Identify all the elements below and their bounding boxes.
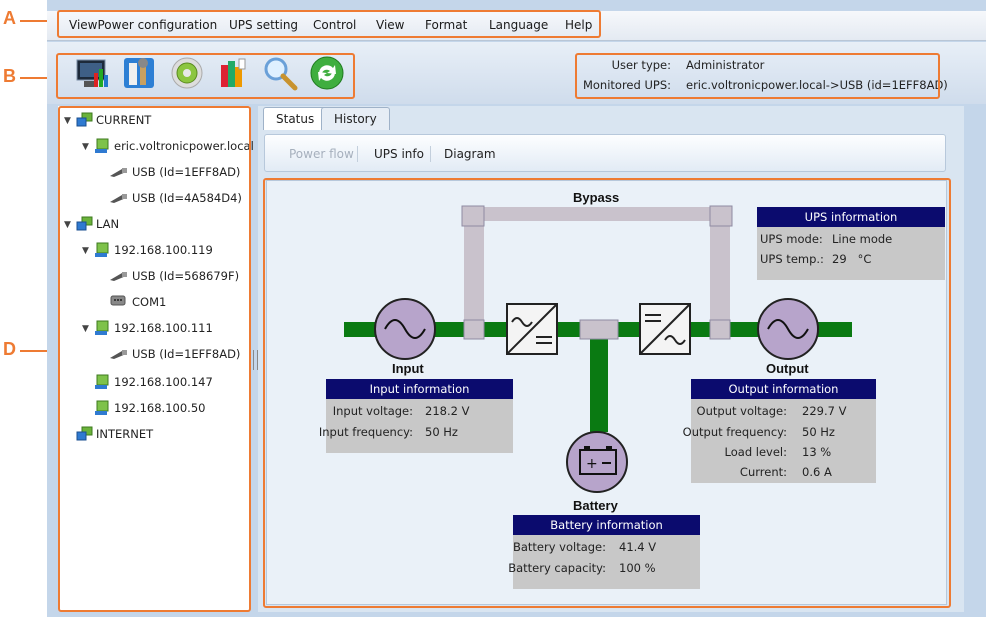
highlight-e xyxy=(263,178,951,608)
